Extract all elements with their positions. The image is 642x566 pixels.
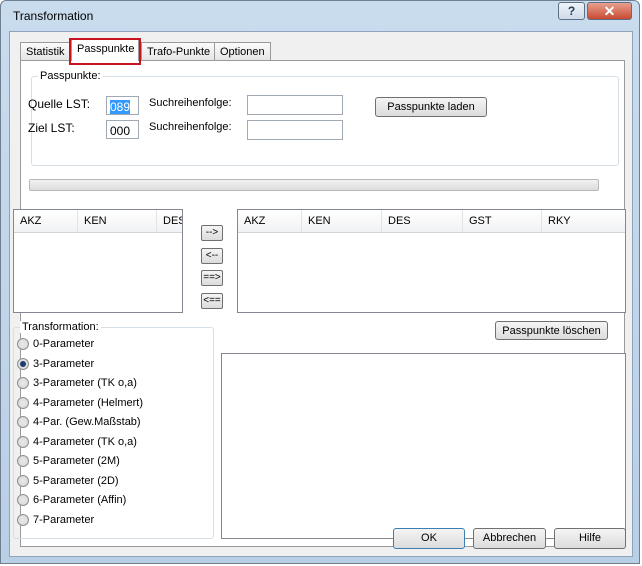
- quelle-lst-label: Quelle LST:: [28, 97, 91, 111]
- quelle-lst-value: 089: [110, 100, 131, 114]
- suchreihenfolge-quelle-label: Suchreihenfolge:: [149, 97, 232, 109]
- passpunkte-group-title: Passpunkte:: [38, 70, 103, 82]
- ziel-lst-label: Ziel LST:: [28, 121, 75, 135]
- radio-button[interactable]: [17, 455, 29, 467]
- hilfe-button[interactable]: Hilfe: [554, 528, 626, 549]
- help-titlebar-button[interactable]: ?: [558, 2, 585, 20]
- source-list-header: AKZ KEN DES: [14, 210, 182, 233]
- passpunkte-group: Passpunkte: Quelle LST: 089 Ziel LST: 00…: [28, 70, 619, 166]
- abbrechen-button[interactable]: Abbrechen: [473, 528, 546, 549]
- radio-dot-icon: [20, 361, 26, 367]
- radio-button[interactable]: [17, 377, 29, 389]
- title-bar[interactable]: Transformation ? ✕: [1, 1, 641, 31]
- radio-button-selected[interactable]: [17, 358, 29, 370]
- passpunkte-laden-button[interactable]: Passpunkte laden: [375, 97, 487, 117]
- passpunkte-loeschen-button[interactable]: Passpunkte löschen: [495, 321, 608, 340]
- tab-statistik[interactable]: Statistik: [20, 42, 71, 60]
- quelle-lst-input[interactable]: 089: [106, 96, 139, 115]
- move-all-right-button[interactable]: ==>: [201, 270, 223, 286]
- radio-button[interactable]: [17, 494, 29, 506]
- column-header-gst[interactable]: GST: [463, 210, 542, 232]
- radio-button[interactable]: [17, 338, 29, 350]
- source-points-list[interactable]: AKZ KEN DES: [13, 209, 183, 313]
- column-header-ken[interactable]: KEN: [78, 210, 157, 232]
- move-left-button[interactable]: <--: [201, 248, 223, 264]
- transformation-group: Transformation: 0-Parameter 3-Parameter …: [13, 321, 214, 539]
- column-header-ken[interactable]: KEN: [302, 210, 382, 232]
- suchreihenfolge-quelle-input[interactable]: [247, 95, 343, 115]
- column-header-akz[interactable]: AKZ: [238, 210, 302, 232]
- tab-passpunkte[interactable]: Passpunkte: [71, 39, 139, 61]
- ok-button[interactable]: OK: [393, 528, 465, 549]
- suchreihenfolge-ziel-input[interactable]: [247, 120, 343, 140]
- selected-points-list[interactable]: AKZ KEN DES GST RKY: [237, 209, 626, 313]
- transformation-group-title: Transformation:: [20, 321, 101, 333]
- result-output-area[interactable]: [221, 353, 626, 539]
- radio-button[interactable]: [17, 514, 29, 526]
- radio-button[interactable]: [17, 475, 29, 487]
- dialog-client-area: Statistik Passpunkte Trafo-Punkte Option…: [9, 31, 633, 557]
- column-header-des[interactable]: DES: [382, 210, 463, 232]
- tab-panel-passpunkte: Passpunkte: Quelle LST: 089 Ziel LST: 00…: [13, 60, 626, 547]
- progress-bar: [29, 179, 599, 191]
- move-right-button[interactable]: -->: [201, 225, 223, 241]
- selected-list-header: AKZ KEN DES GST RKY: [238, 210, 625, 233]
- tab-optionen[interactable]: Optionen: [214, 42, 271, 60]
- close-button[interactable]: ✕: [587, 2, 632, 20]
- move-all-left-button[interactable]: <==: [201, 293, 223, 309]
- radio-button[interactable]: [17, 397, 29, 409]
- column-header-rky[interactable]: RKY: [542, 210, 625, 232]
- column-header-des[interactable]: DES: [157, 210, 182, 232]
- tab-trafo-punkte[interactable]: Trafo-Punkte: [141, 42, 217, 60]
- window-title: Transformation: [13, 9, 94, 23]
- ziel-lst-value: 000: [110, 124, 131, 138]
- radio-button[interactable]: [17, 416, 29, 428]
- column-header-akz[interactable]: AKZ: [14, 210, 78, 232]
- transformation-dialog: Transformation ? ✕ Statistik Passpunkte …: [0, 0, 640, 564]
- radio-button[interactable]: [17, 436, 29, 448]
- ziel-lst-input[interactable]: 000: [106, 120, 139, 139]
- suchreihenfolge-ziel-label: Suchreihenfolge:: [149, 121, 232, 133]
